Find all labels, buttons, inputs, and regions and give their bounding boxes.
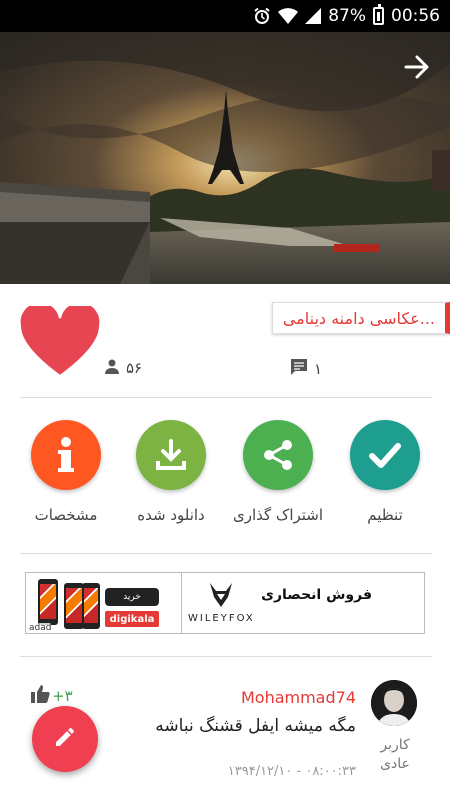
details-label: مشخصات xyxy=(34,506,98,524)
battery-percent: 87% xyxy=(328,6,366,26)
ad-text-area: WILEYFOX فروش انحصاری xyxy=(182,573,424,633)
comment-icon xyxy=(290,358,308,380)
divider xyxy=(20,656,432,657)
photo-title: عکاسی دامنه دینامی... xyxy=(271,302,450,334)
users-stat: ۵۶ xyxy=(104,358,142,378)
comments-count: ۱ xyxy=(314,360,323,378)
person-icon xyxy=(104,358,120,378)
action-bar: تنظیم اشتراک گذاری دانلود شده مشخصات xyxy=(0,420,450,530)
status-bar: 87% 00:56 xyxy=(0,0,450,32)
photo-info: عکاسی دامنه دینامی... ۵۶ ۱ xyxy=(0,284,450,397)
ad-tag: adad xyxy=(29,623,52,633)
comment-timestamp: ۱۳۹۴/۱۲/۱۰ - ۰۸:۰۰:۳۳ xyxy=(227,764,356,779)
buy-button[interactable]: خرید xyxy=(105,588,159,606)
phone-image xyxy=(38,579,58,625)
digikala-logo: digikala xyxy=(105,611,159,627)
heart-icon[interactable] xyxy=(18,300,102,378)
comments-stat: ۱ xyxy=(290,358,322,380)
likes-count: +۳ xyxy=(52,687,73,705)
brand-name: WILEYFOX xyxy=(188,613,255,624)
clock: 00:56 xyxy=(391,6,440,26)
thumbs-up-icon[interactable] xyxy=(30,684,50,708)
settings-button[interactable]: تنظیم xyxy=(330,420,440,524)
forward-arrow-icon[interactable] xyxy=(402,52,432,82)
ad-banner[interactable]: خرید digikala adad WILEYFOX فروش انحصاری xyxy=(25,572,425,634)
fox-logo-icon xyxy=(210,583,232,607)
hero-photo[interactable] xyxy=(0,32,450,284)
comment-text: مگه میشه ایفل قشنگ نباشه xyxy=(155,716,356,736)
download-icon xyxy=(136,420,206,490)
battery-icon xyxy=(373,4,384,25)
signal-icon xyxy=(305,8,322,24)
user-role: کاربر عادی xyxy=(380,737,410,772)
alarm-icon xyxy=(253,7,271,25)
users-count: ۵۶ xyxy=(126,359,143,377)
download-button[interactable]: دانلود شده xyxy=(116,420,226,524)
edit-icon xyxy=(53,725,77,753)
ad-product-image: خرید digikala adad xyxy=(26,573,182,633)
check-icon xyxy=(350,420,420,490)
ad-headline: فروش انحصاری xyxy=(261,587,372,603)
phone-image xyxy=(64,583,84,629)
divider xyxy=(20,553,432,554)
download-label: دانلود شده xyxy=(137,506,205,524)
share-label: اشتراک گذاری xyxy=(232,506,324,524)
settings-label: تنظیم xyxy=(367,506,403,524)
wifi-icon xyxy=(278,7,299,25)
divider xyxy=(20,397,432,398)
share-button[interactable]: اشتراک گذاری xyxy=(223,420,333,524)
share-icon xyxy=(243,420,313,490)
details-button[interactable]: مشخصات xyxy=(11,420,121,524)
comment-username[interactable]: Mohammad74 xyxy=(241,688,356,707)
comment-likes[interactable]: +۳ xyxy=(30,684,73,708)
eiffel-photo xyxy=(0,32,450,284)
info-icon xyxy=(31,420,101,490)
write-comment-fab[interactable] xyxy=(32,706,98,772)
avatar[interactable] xyxy=(371,680,417,726)
phone-image xyxy=(82,583,100,629)
